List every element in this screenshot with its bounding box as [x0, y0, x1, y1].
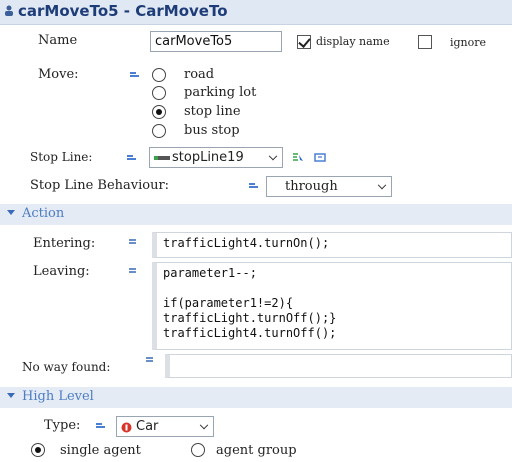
move-option-road-radio[interactable]: [152, 68, 166, 82]
single-agent-radio[interactable]: [31, 443, 45, 457]
ignore-label: ignore: [450, 36, 487, 49]
chevron-down-icon: [7, 210, 15, 215]
display-name-label: display name: [316, 35, 390, 48]
window-title: carMoveTo5 - CarMoveTo: [18, 2, 228, 20]
stop-line-value: stopLine19: [172, 150, 244, 165]
chevron-down-icon: [199, 420, 209, 430]
single-agent-label: single agent: [60, 443, 141, 458]
window-title-bar: carMoveTo5 - CarMoveTo: [0, 0, 512, 25]
move-option-stop-line-radio[interactable]: [152, 105, 166, 119]
car-icon: [121, 422, 132, 433]
agent-group-radio[interactable]: [191, 443, 205, 457]
high-level-section-header[interactable]: High Level: [0, 387, 512, 408]
move-option-parking-lot-radio[interactable]: [152, 86, 166, 100]
select-icon[interactable]: [292, 152, 304, 163]
leaving-label: Leaving:: [33, 264, 90, 279]
stop-line-behaviour-value: through: [285, 179, 338, 194]
action-section-title: Action: [22, 206, 65, 221]
equals-icon[interactable]: [127, 155, 136, 161]
chevron-down-icon: [377, 180, 387, 190]
type-label: Type:: [44, 418, 81, 433]
stop-line-behaviour-label: Stop Line Behaviour:: [30, 178, 170, 193]
equals-icon[interactable]: [96, 423, 105, 429]
stopline-icon: [154, 156, 170, 160]
equals-icon[interactable]: [146, 357, 155, 363]
type-value: Car: [136, 419, 159, 434]
equals-icon[interactable]: [129, 268, 138, 274]
type-select[interactable]: Car: [116, 416, 214, 437]
name-input[interactable]: carMoveTo5: [150, 31, 282, 52]
action-section-header[interactable]: Action: [0, 204, 512, 225]
equals-icon[interactable]: [129, 239, 138, 245]
agent-icon: [5, 5, 13, 16]
move-option-stop-line: stop line: [184, 104, 241, 119]
move-option-road: road: [184, 67, 215, 82]
entering-label: Entering:: [33, 236, 96, 251]
move-option-bus-stop: bus stop: [184, 123, 240, 138]
move-label: Move:: [38, 67, 79, 82]
stop-line-select[interactable]: stopLine19: [149, 147, 283, 168]
leaving-code-editor[interactable]: parameter1--; if(parameter1!=2){ traffic…: [152, 262, 512, 350]
move-option-bus-stop-radio[interactable]: [152, 124, 166, 138]
move-option-parking-lot: parking lot: [184, 85, 257, 100]
ignore-checkbox[interactable]: [418, 35, 432, 49]
no-way-found-code-editor[interactable]: [165, 354, 512, 378]
name-label: Name: [38, 33, 78, 48]
equals-icon[interactable]: [130, 72, 139, 78]
display-name-checkbox[interactable]: [297, 35, 311, 49]
chevron-down-icon: [7, 393, 15, 398]
create-icon[interactable]: [314, 152, 326, 163]
equals-icon[interactable]: [249, 183, 258, 189]
stop-line-label: Stop Line:: [30, 150, 93, 164]
stop-line-behaviour-select[interactable]: through: [266, 176, 392, 197]
no-way-found-label: No way found:: [22, 360, 111, 374]
high-level-section-title: High Level: [22, 389, 94, 404]
agent-group-label: agent group: [216, 443, 297, 458]
chevron-down-icon: [268, 151, 278, 161]
entering-code-editor[interactable]: trafficLight4.turnOn();: [152, 232, 512, 258]
